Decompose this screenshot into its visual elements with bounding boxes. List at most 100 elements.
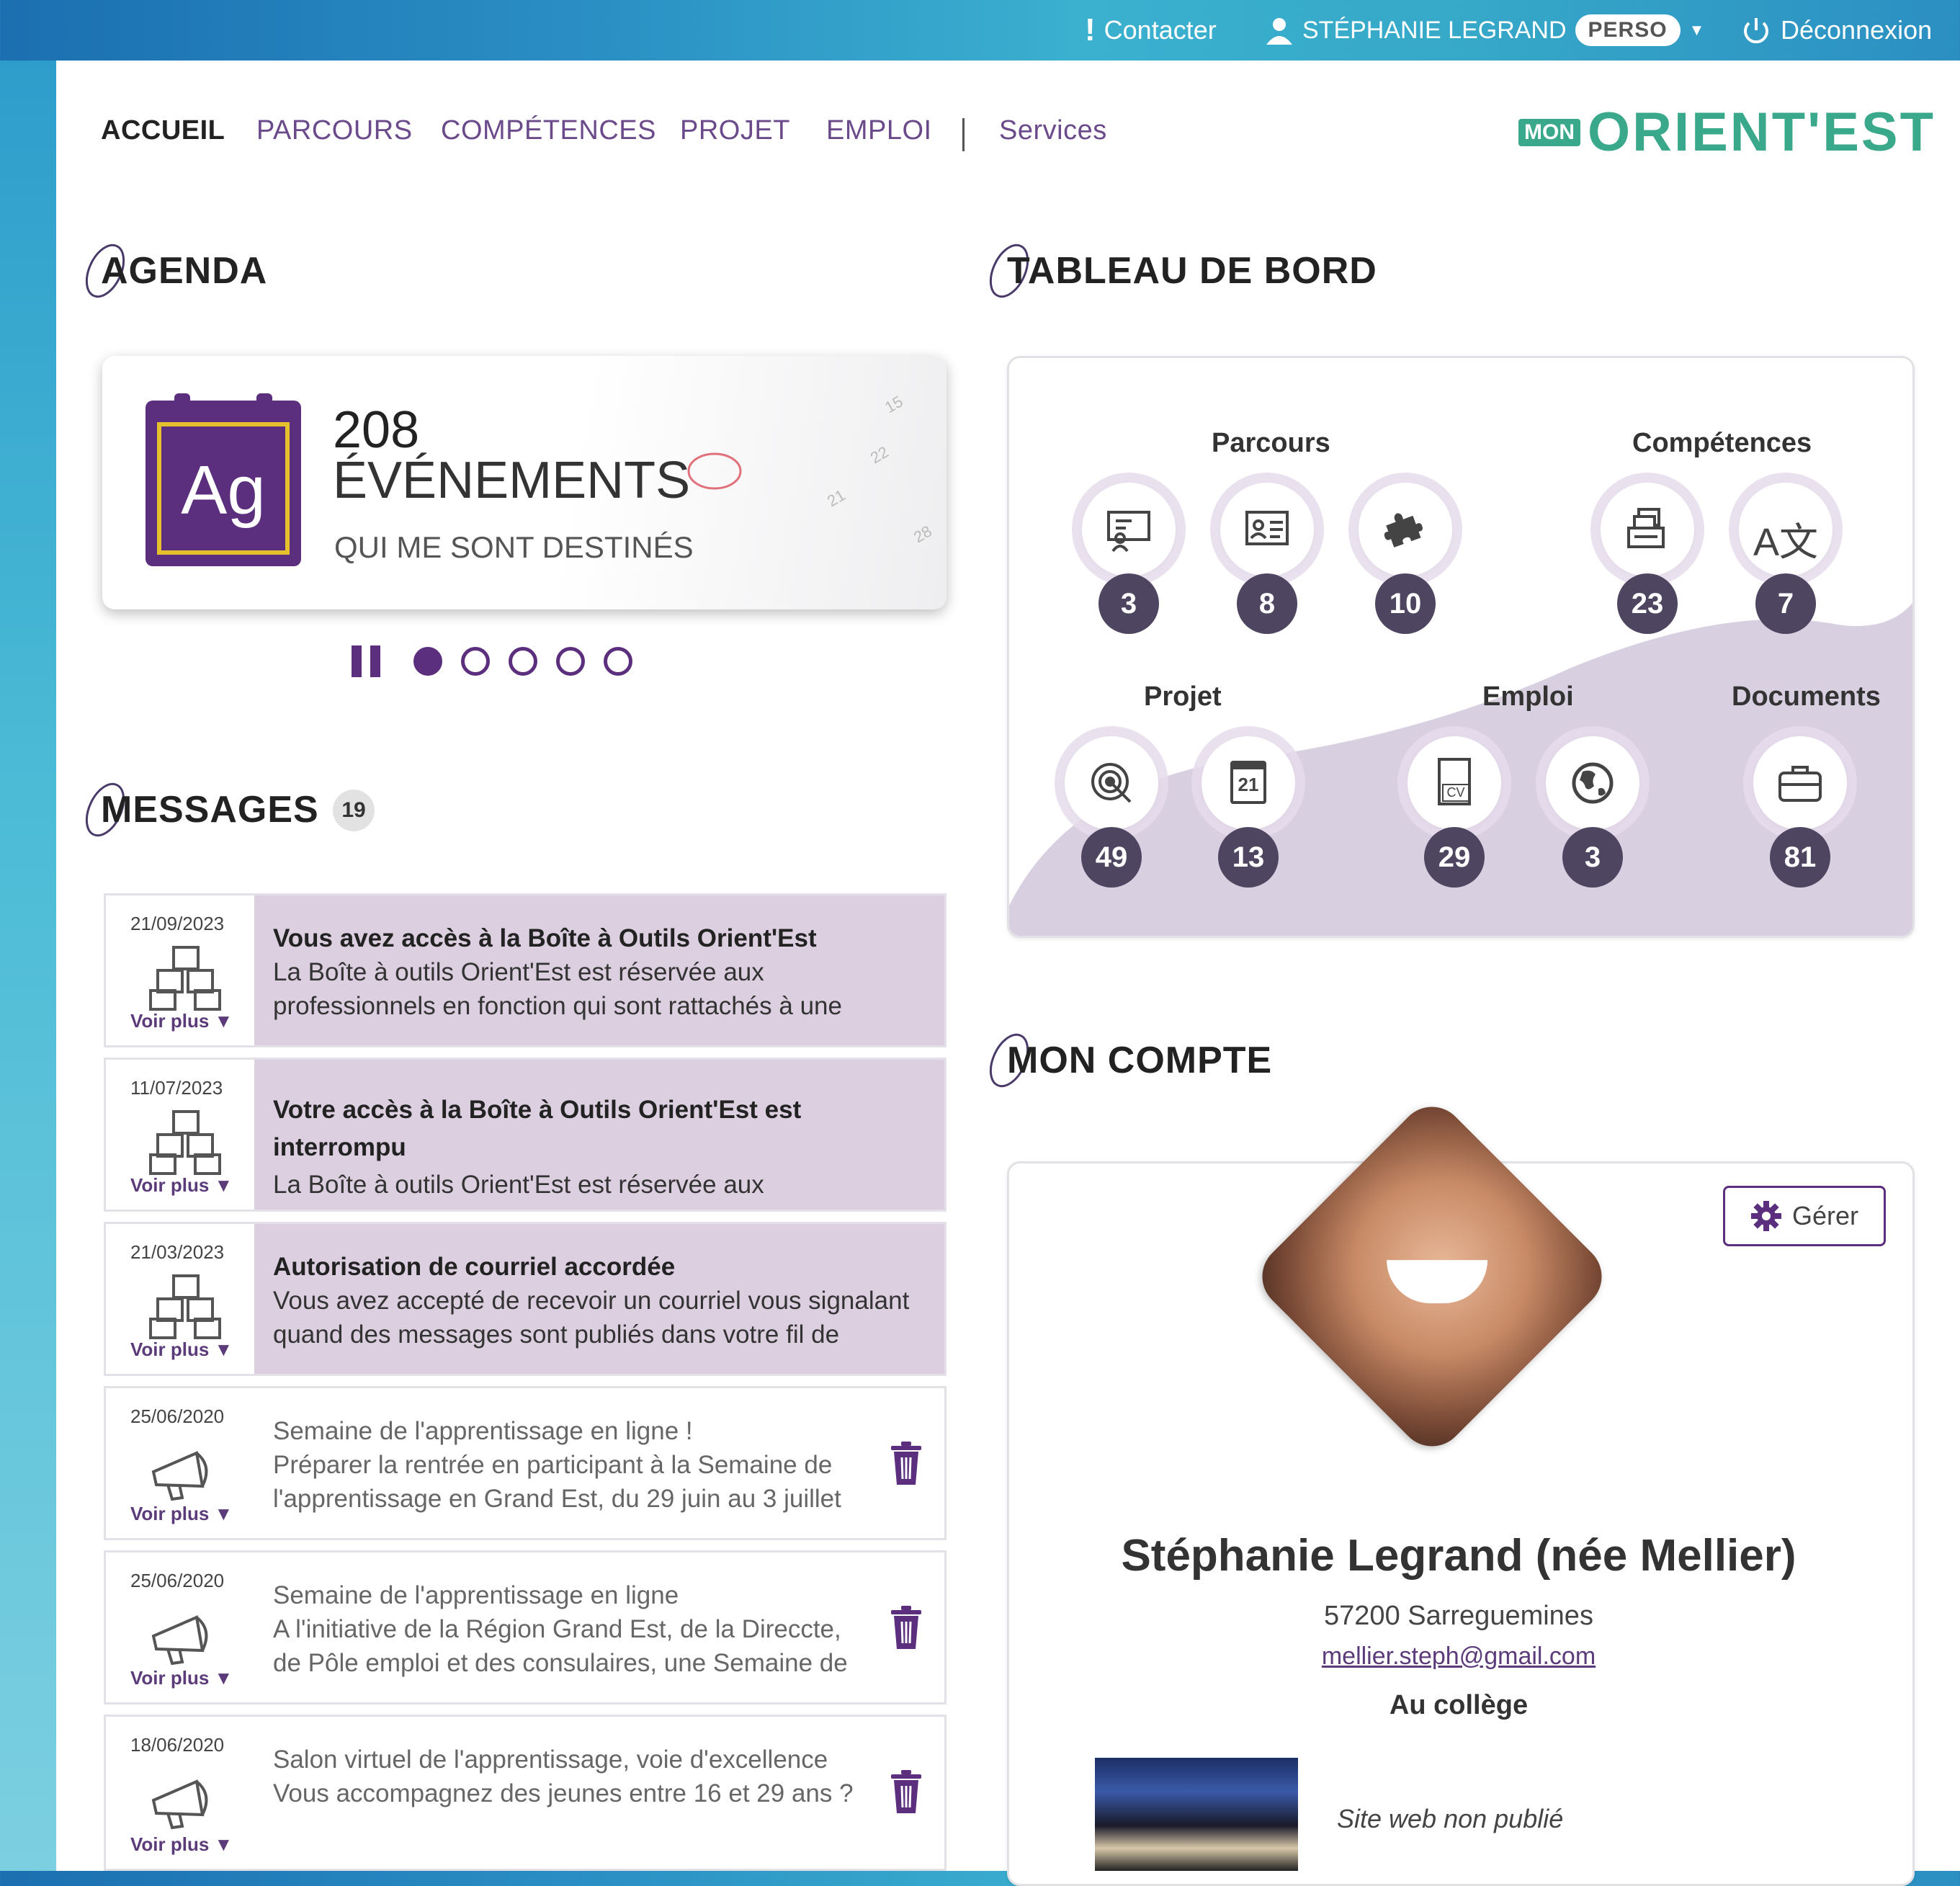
message-title: Vous avez accès à la Boîte à Outils Orie… xyxy=(273,924,817,952)
cubes-icon xyxy=(149,1274,221,1339)
message-line: l'apprentissage en Grand Est, du 29 juin… xyxy=(273,1485,841,1513)
dashboard-group-parcours: Parcours xyxy=(1212,428,1330,458)
profile-badge: PERSO xyxy=(1575,14,1681,46)
dashboard-tile-calendar[interactable]: 21 xyxy=(1201,736,1295,830)
carousel-dot-3[interactable] xyxy=(509,647,537,676)
message-item[interactable]: 25/06/2020 Voir plus ▼ Semaine de l'appr… xyxy=(104,1386,947,1540)
nav-separator xyxy=(962,118,965,151)
account-name: Stéphanie Legrand (née Mellier) xyxy=(1121,1531,1796,1581)
trash-icon[interactable] xyxy=(888,1440,924,1486)
message-title: Semaine de l'apprentissage en ligne ! xyxy=(273,1417,693,1445)
dashboard-count-puzzle: 10 xyxy=(1375,573,1436,634)
dashboard-group-projet: Projet xyxy=(1144,681,1222,712)
globe-icon xyxy=(1572,762,1614,804)
voir-plus-link[interactable]: Voir plus ▼ xyxy=(130,1503,233,1525)
voir-plus-link[interactable]: Voir plus ▼ xyxy=(130,1338,233,1361)
nav-accueil[interactable]: ACCUEIL xyxy=(101,115,225,146)
voir-plus-link[interactable]: Voir plus ▼ xyxy=(130,1010,233,1032)
dashboard-group-documents: Documents xyxy=(1732,681,1881,712)
presentation-icon xyxy=(1107,511,1150,553)
dashboard-tile-globe[interactable] xyxy=(1546,736,1639,830)
carousel-dot-2[interactable] xyxy=(461,647,490,676)
dashboard-group-emploi: Emploi xyxy=(1482,681,1574,712)
carousel-dot-1[interactable] xyxy=(413,647,442,676)
logo-name: ORIENT'EST xyxy=(1588,102,1936,163)
messages-count-badge: 19 xyxy=(333,790,375,831)
message-title: Salon virtuel de l'apprentissage, voie d… xyxy=(273,1746,828,1774)
stack-icon xyxy=(1627,508,1665,548)
user-menu[interactable]: STÉPHANIE LEGRAND PERSO ▼ xyxy=(1265,14,1704,46)
agenda-label: ÉVÉNEMENTS xyxy=(333,452,691,509)
nav-services[interactable]: Services xyxy=(999,115,1107,146)
dashboard-count-stack: 23 xyxy=(1617,573,1678,634)
cv-icon: CV xyxy=(1438,758,1471,805)
message-item[interactable]: 11/07/2023 Voir plus ▼ Votre accès à la … xyxy=(104,1058,947,1212)
dashboard-tile-stack[interactable] xyxy=(1601,483,1694,576)
agenda-title: AGENDA xyxy=(101,250,268,292)
dashboard-title: TABLEAU DE BORD xyxy=(1007,250,1377,292)
message-line: professionnels en fonction qui sont ratt… xyxy=(273,992,842,1020)
nav-competences[interactable]: COMPÉTENCES xyxy=(441,115,656,146)
nav-parcours[interactable]: PARCOURS xyxy=(256,115,413,146)
caret-down-icon: ▼ xyxy=(1688,21,1705,39)
website-thumbnail[interactable] xyxy=(1095,1758,1298,1871)
dashboard-count-target: 49 xyxy=(1081,827,1142,888)
carousel-dot-4[interactable] xyxy=(556,647,585,676)
nav-projet[interactable]: PROJET xyxy=(680,115,790,146)
dashboard-tile-target[interactable] xyxy=(1065,736,1158,830)
dashboard-count-presentation: 3 xyxy=(1098,573,1159,634)
trash-icon[interactable] xyxy=(888,1604,924,1650)
dashboard-group-competences: Compétences xyxy=(1632,428,1812,458)
message-item[interactable]: 25/06/2020 Voir plus ▼ Semaine de l'appr… xyxy=(104,1550,947,1704)
account-status: Au collège xyxy=(1389,1690,1529,1720)
message-title: Votre accès à la Boîte à Outils Orient'E… xyxy=(273,1096,802,1124)
logo-prefix: MON xyxy=(1518,118,1580,146)
left-background-strip xyxy=(0,61,56,1871)
voir-plus-link[interactable]: Voir plus ▼ xyxy=(130,1174,233,1197)
message-item[interactable]: 18/06/2020 Voir plus ▼ Salon virtuel de … xyxy=(104,1715,947,1871)
message-line: Vous avez accepté de recevoir un courrie… xyxy=(273,1287,910,1315)
calendar-icon: 21 xyxy=(1230,761,1266,804)
dashboard-tile-puzzle[interactable] xyxy=(1359,483,1452,576)
agenda-sublabel: QUI ME SONT DESTINÉS xyxy=(334,530,694,564)
manage-button[interactable]: Gérer xyxy=(1723,1186,1886,1246)
nav-emploi[interactable]: EMPLOI xyxy=(826,115,932,146)
dashboard-tile-cv[interactable]: CV xyxy=(1408,736,1501,830)
language-icon: A文 xyxy=(1753,521,1819,564)
dashboard-tile-id-card[interactable] xyxy=(1220,483,1314,576)
message-title-continued: interrompu xyxy=(273,1133,406,1161)
target-icon xyxy=(1091,763,1132,803)
voir-plus-link[interactable]: Voir plus ▼ xyxy=(130,1833,233,1856)
message-line: La Boîte à outils Orient'Est est réservé… xyxy=(273,1171,764,1199)
message-line: Préparer la rentrée en participant à la … xyxy=(273,1451,833,1479)
dashboard-count-language: 7 xyxy=(1755,573,1816,634)
dashboard-count-cv: 29 xyxy=(1424,827,1485,888)
dashboard-count-id-card: 8 xyxy=(1237,573,1297,634)
messages-title: MESSAGES xyxy=(101,789,319,831)
id-card-icon xyxy=(1245,511,1289,545)
account-email-link[interactable]: mellier.steph@gmail.com xyxy=(1007,1643,1910,1671)
cubes-icon xyxy=(149,1110,221,1175)
dashboard-tile-language[interactable]: A文 xyxy=(1739,483,1833,576)
briefcase-icon xyxy=(1778,766,1822,802)
dashboard-tile-presentation[interactable] xyxy=(1082,483,1176,576)
message-title: Autorisation de courriel accordée xyxy=(273,1253,676,1281)
message-item[interactable]: 21/09/2023 Voir plus ▼ Vous avez accès à… xyxy=(104,893,947,1047)
site-logo[interactable]: MON ORIENT'EST xyxy=(1518,101,1936,164)
exclamation-icon: ! xyxy=(1085,12,1096,48)
carousel-pause-button[interactable] xyxy=(352,645,383,677)
agenda-card[interactable]: 22 21 28 15 Ag 208 ÉVÉNEMENTS QUI ME SON… xyxy=(102,356,947,609)
message-item[interactable]: 21/03/2023 Voir plus ▼ Autorisation de c… xyxy=(104,1222,947,1376)
power-icon xyxy=(1744,18,1768,44)
message-line: La Boîte à outils Orient'Est est réservé… xyxy=(273,958,764,986)
calendar-pattern-decoration: 22 21 28 15 xyxy=(824,392,935,546)
voir-plus-link[interactable]: Voir plus ▼ xyxy=(130,1667,233,1689)
trash-icon[interactable] xyxy=(888,1769,924,1815)
message-line: quand des messages sont publiés dans vot… xyxy=(273,1320,840,1349)
megaphone-icon xyxy=(151,1451,208,1501)
puzzle-icon xyxy=(1384,513,1423,548)
contact-link[interactable]: ! Contacter xyxy=(1085,14,1217,46)
carousel-dot-5[interactable] xyxy=(604,647,632,676)
logout-link[interactable]: Déconnexion xyxy=(1740,14,1932,46)
dashboard-tile-briefcase[interactable] xyxy=(1753,736,1847,830)
